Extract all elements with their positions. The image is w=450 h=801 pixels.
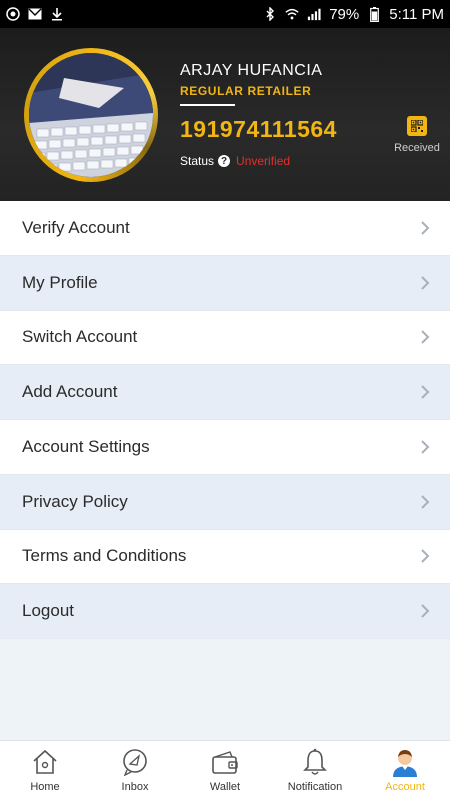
chevron-right-icon: [421, 440, 430, 454]
chevron-right-icon: [421, 385, 430, 399]
received-label: Received: [394, 142, 440, 154]
download-icon: [50, 7, 64, 21]
user-phone-number: 191974111564: [180, 116, 337, 142]
menu-item-label: Privacy Policy: [22, 491, 128, 511]
chevron-right-icon: [421, 330, 430, 345]
bell-icon: [300, 747, 330, 777]
menu-item-verify-account[interactable]: Verify Account: [0, 201, 450, 256]
account-menu: Verify Account My Profile Switch Account…: [0, 201, 450, 639]
account-status: Status ? Unverified: [180, 154, 290, 168]
menu-item-add-account[interactable]: Add Account: [0, 365, 450, 420]
menu-item-label: My Profile: [22, 272, 98, 292]
nav-notification-label: Notification: [287, 781, 343, 793]
account-icon: [390, 747, 420, 777]
menu-item-label: Account Settings: [22, 436, 150, 456]
nav-wallet[interactable]: Wallet: [180, 741, 270, 801]
home-icon: [30, 747, 60, 777]
avatar[interactable]: [29, 53, 153, 177]
status-bar-right: 79% 5:11 PM: [263, 6, 444, 23]
menu-item-my-profile[interactable]: My Profile: [0, 255, 450, 311]
menu-item-logout[interactable]: Logout: [0, 584, 450, 639]
nav-home[interactable]: Home: [0, 741, 90, 801]
menu-item-label: Switch Account: [22, 327, 138, 347]
chevron-right-icon: [421, 604, 430, 618]
status-label: Status: [180, 154, 215, 168]
wifi-icon: [285, 7, 299, 21]
avatar-ring: [24, 48, 158, 182]
chevron-right-icon: [421, 549, 430, 564]
mail-icon: [28, 7, 42, 21]
app-icon: [6, 7, 20, 21]
profile-header: ARJAY HUFANCIA REGULAR RETAILER 19197411…: [0, 28, 450, 201]
menu-item-privacy-policy[interactable]: Privacy Policy: [0, 474, 450, 530]
battery-icon: [367, 6, 381, 22]
chevron-right-icon: [421, 275, 430, 290]
menu-item-label: Verify Account: [22, 217, 130, 237]
nav-account-label: Account: [385, 781, 425, 793]
menu-item-label: Logout: [22, 601, 74, 621]
menu-item-terms-and-conditions[interactable]: Terms and Conditions: [0, 529, 450, 585]
chevron-right-icon: [421, 221, 430, 235]
bluetooth-icon: [263, 7, 277, 21]
inbox-icon: [120, 747, 150, 777]
nav-home-label: Home: [30, 781, 60, 793]
nav-wallet-label: Wallet: [209, 781, 241, 793]
bottom-navigation: Home Inbox Wallet Notification Account: [0, 740, 450, 801]
status-value: Unverified: [236, 154, 291, 168]
status-bar: 79% 5:11 PM: [0, 0, 450, 28]
menu-item-switch-account[interactable]: Switch Account: [0, 310, 450, 366]
received-qr-button[interactable]: Received: [392, 116, 442, 154]
menu-item-label: Terms and Conditions: [22, 546, 187, 566]
nav-inbox-label: Inbox: [121, 781, 149, 793]
signal-icon: [307, 7, 321, 21]
status-bar-left: [6, 7, 64, 21]
user-role: REGULAR RETAILER: [180, 84, 312, 98]
nav-inbox[interactable]: Inbox: [90, 741, 180, 801]
battery-percent: 79%: [329, 5, 360, 23]
menu-item-label: Add Account: [22, 382, 118, 402]
chevron-right-icon: [421, 494, 430, 509]
help-icon[interactable]: ?: [218, 155, 231, 167]
clock: 5:11 PM: [389, 5, 444, 23]
qr-code-icon: [407, 116, 427, 136]
role-divider: [180, 104, 235, 106]
wallet-icon: [210, 747, 240, 777]
user-name: ARJAY HUFANCIA: [180, 62, 323, 79]
nav-notification[interactable]: Notification: [270, 741, 360, 801]
nav-account[interactable]: Account: [360, 741, 450, 801]
menu-item-account-settings[interactable]: Account Settings: [0, 420, 450, 475]
